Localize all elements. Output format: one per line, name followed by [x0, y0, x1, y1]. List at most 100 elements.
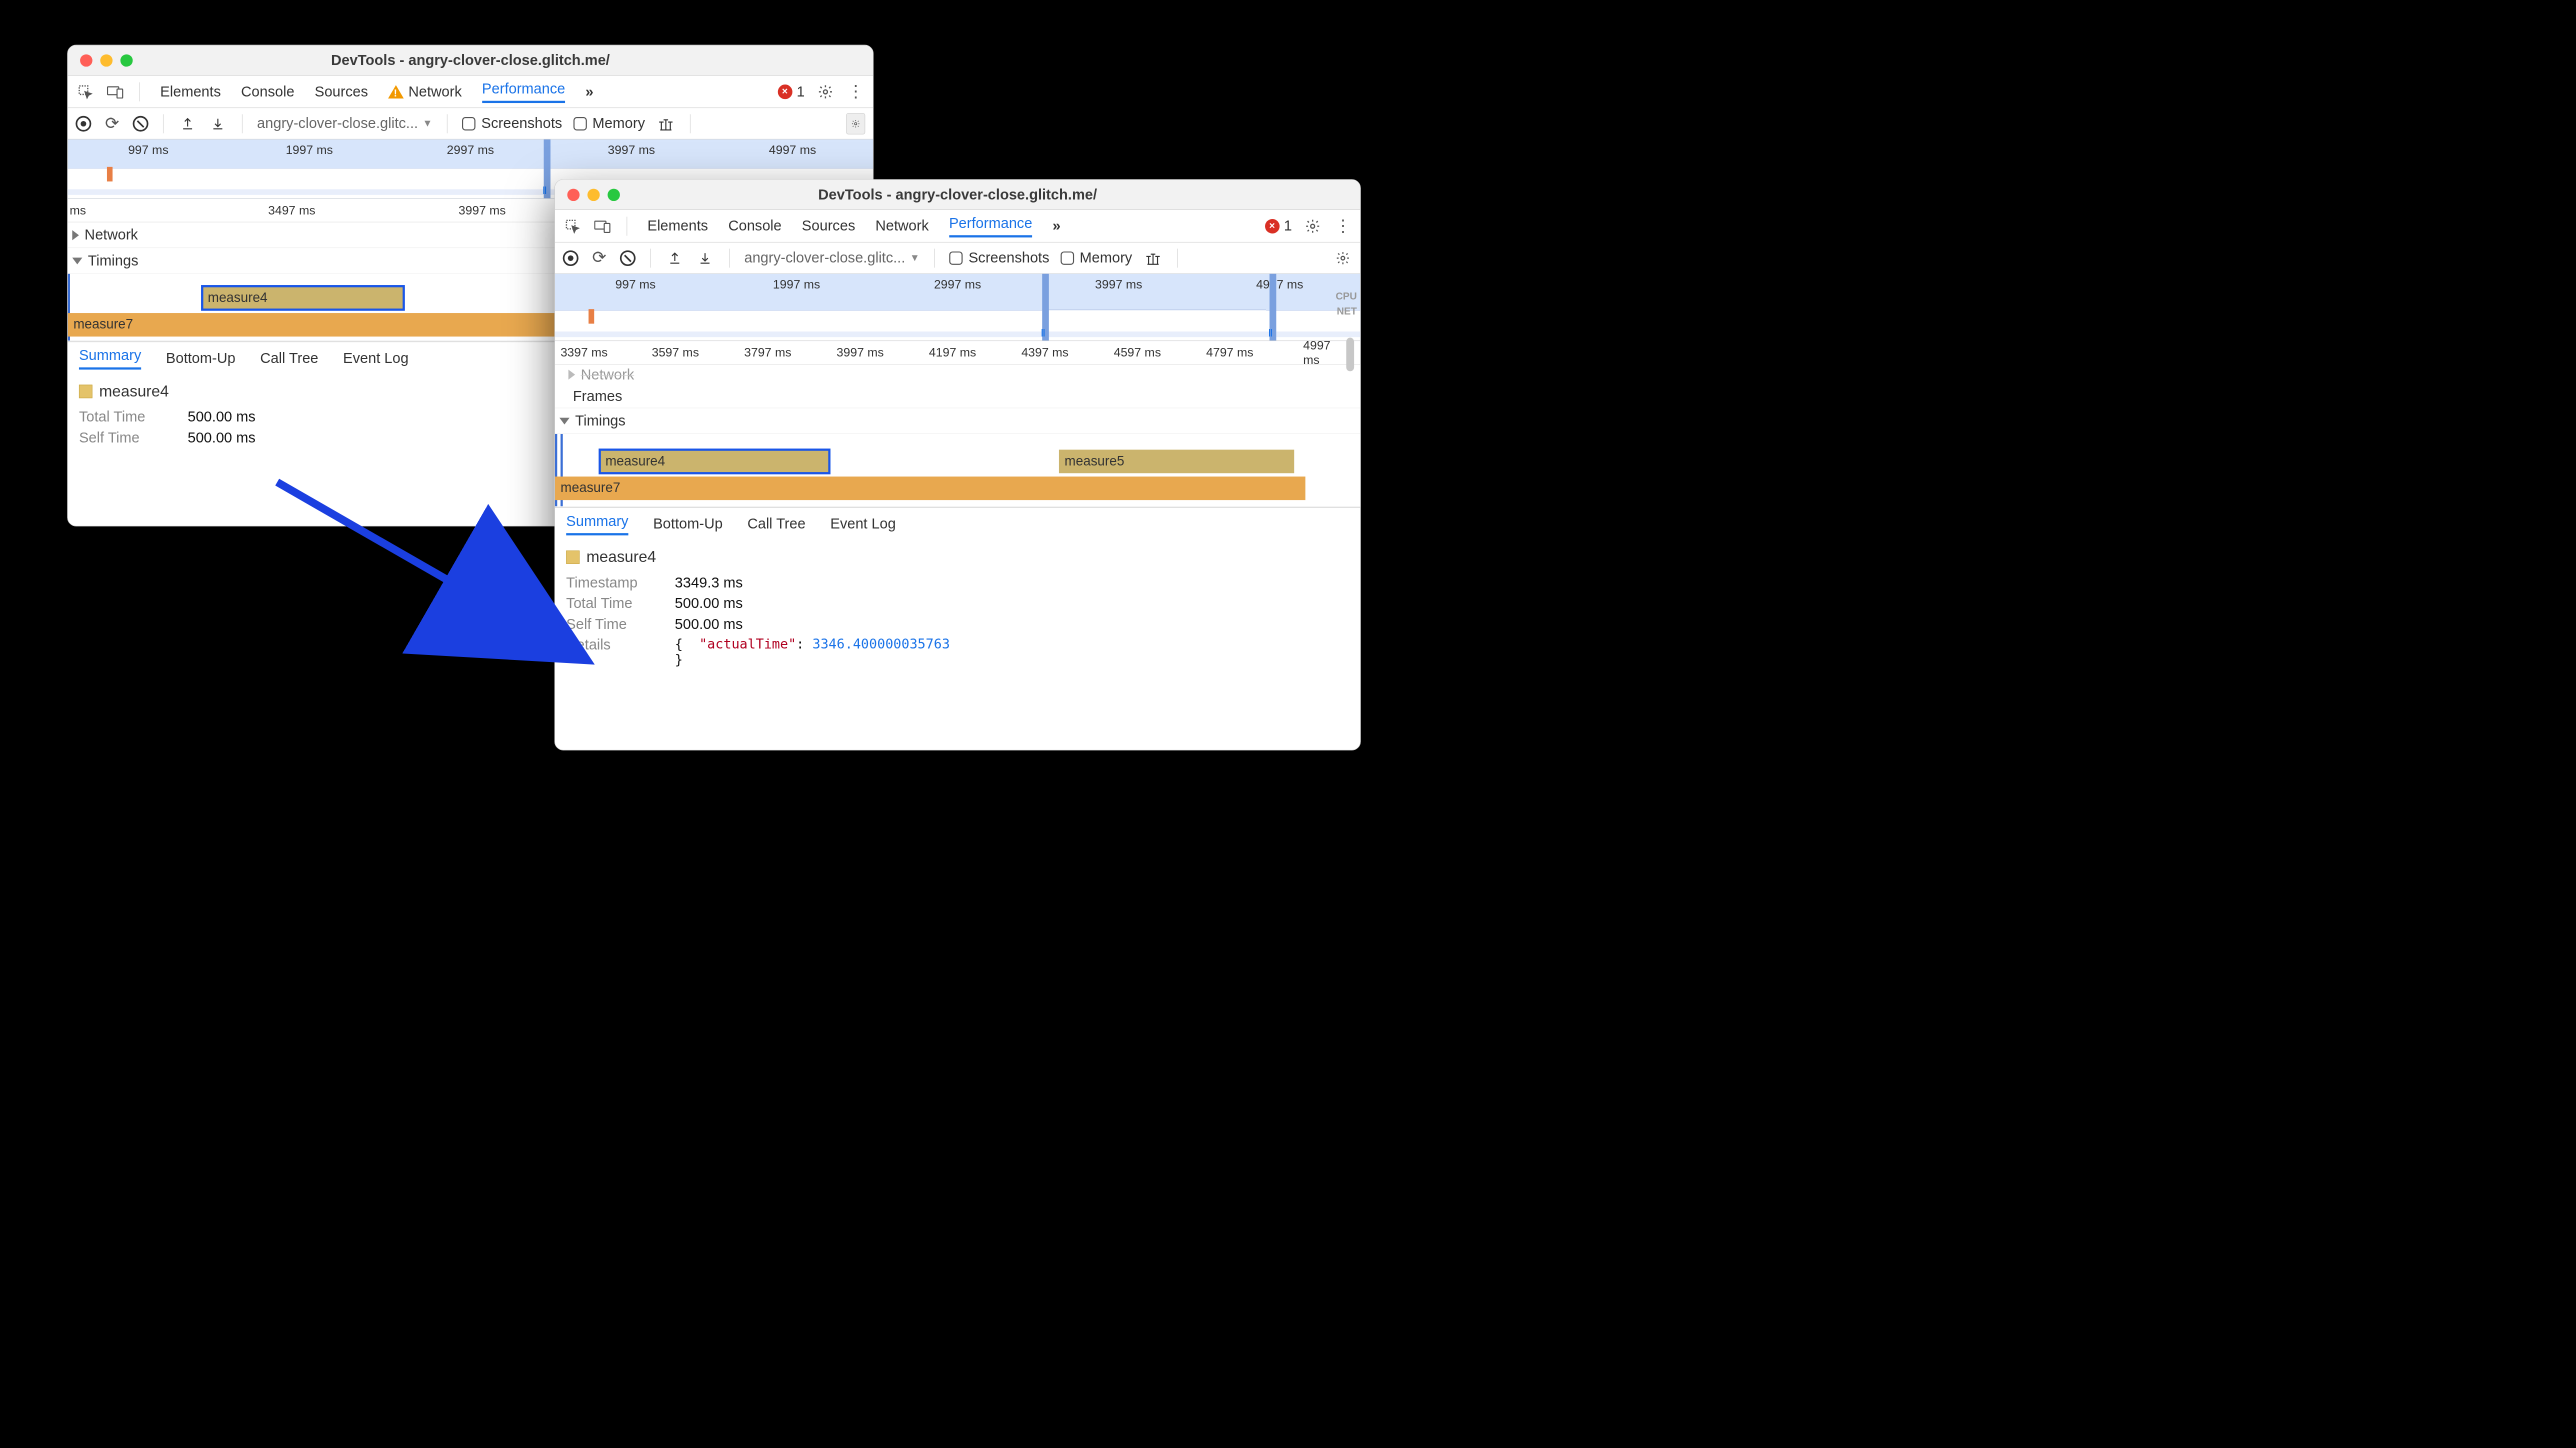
tab-event-log[interactable]: Event Log	[830, 515, 896, 532]
track-frames[interactable]: Frames	[555, 385, 1360, 409]
maximize-icon[interactable]	[120, 54, 132, 66]
clear-button[interactable]	[133, 116, 149, 132]
measure-measure7[interactable]: measure7	[555, 477, 1305, 501]
track-label: Timings	[575, 412, 625, 429]
minimize-icon[interactable]	[587, 188, 599, 200]
checkbox-box	[949, 251, 962, 264]
panel-tab-row: Elements Console Sources Network Perform…	[68, 76, 873, 108]
reload-record-button[interactable]: ⟳	[102, 114, 121, 134]
screenshots-checkbox[interactable]: Screenshots	[949, 249, 1049, 266]
summary-key: Self Time	[566, 615, 661, 632]
tab-call-tree[interactable]: Call Tree	[260, 349, 318, 366]
tick: ms	[70, 203, 86, 218]
traffic-lights	[555, 188, 620, 200]
tick: 3997 ms	[551, 143, 712, 156]
error-count-value: 1	[1284, 217, 1292, 234]
more-menu-icon[interactable]: ⋮	[846, 88, 865, 95]
upload-icon[interactable]	[665, 251, 684, 266]
measure-label: measure5	[1065, 454, 1125, 470]
capture-settings-icon[interactable]	[846, 113, 865, 134]
more-tabs-button[interactable]: »	[1052, 217, 1057, 234]
record-button[interactable]	[76, 116, 92, 132]
error-count[interactable]: × 1	[1265, 217, 1292, 234]
reload-record-button[interactable]: ⟳	[590, 248, 609, 268]
clear-button[interactable]	[620, 250, 636, 266]
tab-console[interactable]: Console	[241, 83, 294, 100]
tick: 2997 ms	[877, 277, 1038, 290]
tab-elements[interactable]: Elements	[160, 83, 221, 100]
recording-selector[interactable]: angry-clover-close.glitc... ▼	[744, 249, 919, 266]
tick: 3497 ms	[268, 203, 315, 218]
titlebar[interactable]: DevTools - angry-clover-close.glitch.me/	[68, 45, 873, 75]
close-icon[interactable]	[80, 54, 92, 66]
tab-bottom-up[interactable]: Bottom-Up	[653, 515, 723, 532]
scroll-thumb[interactable]	[1346, 338, 1354, 372]
tab-elements[interactable]: Elements	[647, 217, 708, 234]
settings-gear-icon[interactable]	[1303, 218, 1322, 234]
chevron-right-icon	[568, 370, 575, 380]
tab-call-tree[interactable]: Call Tree	[747, 515, 805, 532]
tab-network-label: Network	[408, 83, 461, 100]
overview-ruler: 997 ms 1997 ms 2997 ms 3997 ms 4997 ms	[68, 143, 873, 156]
minimize-icon[interactable]	[100, 54, 112, 66]
download-icon[interactable]	[208, 116, 227, 131]
error-icon: ×	[1265, 219, 1280, 234]
more-menu-icon[interactable]: ⋮	[1333, 223, 1352, 230]
tab-event-log[interactable]: Event Log	[343, 349, 409, 366]
tick: 3997 ms	[1038, 277, 1199, 290]
measure-measure4[interactable]: measure4	[600, 450, 830, 474]
details-tabs: Summary Bottom-Up Call Tree Event Log	[555, 507, 1360, 539]
error-count[interactable]: × 1	[778, 83, 805, 100]
capture-settings-icon[interactable]	[1333, 251, 1352, 266]
record-button[interactable]	[563, 250, 579, 266]
error-icon: ×	[778, 84, 793, 99]
measure-measure4[interactable]: measure4	[202, 286, 404, 310]
tracks-panel: Network Frames Timings measure4 measure5…	[555, 365, 1360, 507]
measure-label: measure4	[208, 290, 268, 306]
divider	[729, 248, 730, 267]
inspect-icon[interactable]	[563, 218, 582, 234]
checkbox-box	[1061, 251, 1074, 264]
tab-performance[interactable]: Performance	[482, 80, 565, 103]
tab-performance[interactable]: Performance	[949, 214, 1032, 237]
tab-bottom-up[interactable]: Bottom-Up	[166, 349, 236, 366]
tick: 3997 ms	[459, 203, 506, 218]
tab-summary[interactable]: Summary	[566, 512, 628, 535]
track-timings[interactable]: Timings	[555, 408, 1360, 434]
device-toolbar-icon[interactable]	[106, 85, 125, 98]
tick: 3997 ms	[837, 345, 884, 360]
recording-selector[interactable]: angry-clover-close.glitc... ▼	[257, 115, 432, 132]
memory-checkbox[interactable]: Memory	[1061, 249, 1133, 266]
divider	[163, 114, 164, 133]
memory-checkbox[interactable]: Memory	[573, 115, 645, 132]
tab-sources[interactable]: Sources	[802, 217, 855, 234]
tab-console[interactable]: Console	[728, 217, 781, 234]
tab-sources[interactable]: Sources	[315, 83, 368, 100]
close-icon[interactable]	[567, 188, 579, 200]
titlebar[interactable]: DevTools - angry-clover-close.glitch.me/	[555, 180, 1360, 210]
screenshots-checkbox[interactable]: Screenshots	[462, 115, 562, 132]
perf-toolbar: ⟳ angry-clover-close.glitc... ▼ Screensh…	[68, 108, 873, 139]
track-label: Timings	[88, 252, 138, 269]
maximize-icon[interactable]	[608, 188, 620, 200]
overview-strip[interactable]: 997 ms 1997 ms 2997 ms 3997 ms 4997 ms C…	[555, 274, 1360, 341]
settings-gear-icon[interactable]	[816, 84, 835, 100]
tab-network[interactable]: Network	[875, 217, 928, 234]
download-icon[interactable]	[696, 251, 715, 266]
collect-garbage-icon[interactable]	[656, 116, 675, 131]
summary-key: Timestamp	[566, 574, 661, 591]
device-toolbar-icon[interactable]	[593, 219, 612, 232]
collect-garbage-icon[interactable]	[1143, 251, 1162, 266]
summary-key: Total Time	[79, 408, 174, 425]
track-network-collapsed[interactable]: Network	[555, 365, 1360, 385]
more-tabs-button[interactable]: »	[585, 83, 590, 100]
measure-measure5[interactable]: measure5	[1059, 450, 1294, 474]
track-label: Network	[581, 366, 634, 383]
tab-summary[interactable]: Summary	[79, 346, 141, 369]
window-title: DevTools - angry-clover-close.glitch.me/	[68, 52, 873, 69]
label-net: NET	[1336, 306, 1357, 318]
inspect-icon[interactable]	[76, 84, 95, 100]
tab-network[interactable]: Network	[388, 83, 462, 100]
upload-icon[interactable]	[178, 116, 197, 131]
timings-flamechart[interactable]: measure4 measure5 measure7	[555, 434, 1360, 507]
